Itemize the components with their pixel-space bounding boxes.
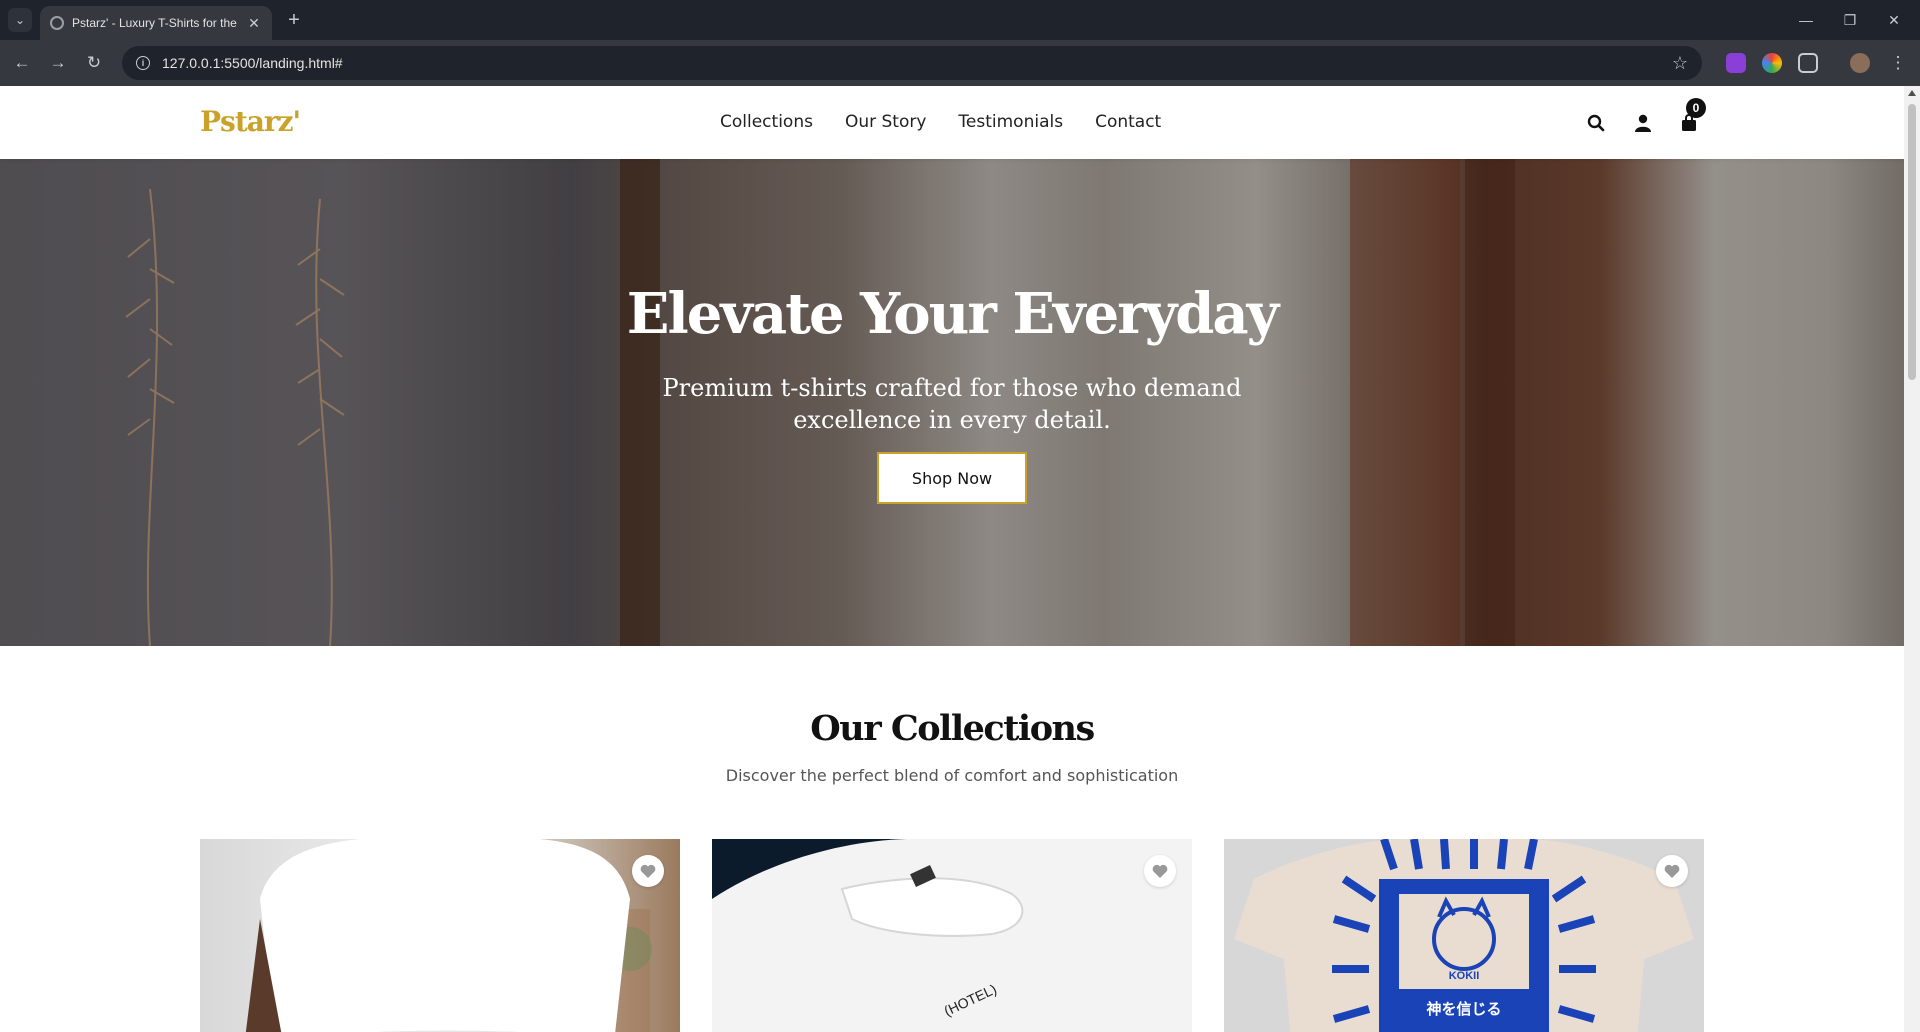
bookmark-star-icon[interactable]: ☆ [1672,53,1688,74]
favorite-button[interactable] [632,855,664,887]
address-bar[interactable]: i 127.0.0.1:5500/landing.html# ☆ [122,46,1702,80]
tab-search-button[interactable]: ⌄ [8,8,32,32]
heart-icon [640,864,656,878]
site-info-icon[interactable]: i [136,56,150,70]
nav-testimonials[interactable]: Testimonials [958,112,1063,132]
japanese-print: 神を信じる [1426,1000,1501,1018]
nav-collections[interactable]: Collections [720,112,813,132]
globe-icon [50,16,64,30]
collections-subtitle: Discover the perfect blend of comfort an… [725,766,1179,785]
heart-icon [1664,864,1680,878]
site-header: Pstarz' Collections Our Story Testimonia… [0,86,1904,159]
forward-button[interactable]: → [46,51,70,75]
extension-icon[interactable] [1726,53,1746,73]
hero-subtitle: Premium t-shirts crafted for those who d… [662,374,1242,434]
close-tab-icon[interactable]: ✕ [246,15,262,32]
kokii-print: KOKII [1449,970,1480,982]
tab-title: Pstarz' - Luxury T-Shirts for the [72,16,237,30]
restore-button[interactable]: ❐ [1832,6,1868,34]
lucky-cat-tshirt-image: KOKII 神を信じる [1234,839,1694,1032]
favorite-button[interactable] [1656,855,1688,887]
browser-toolbar: ← → ↻ i 127.0.0.1:5500/landing.html# ☆ ⋮ [0,40,1920,86]
browser-tab[interactable]: Pstarz' - Luxury T-Shirts for the ✕ [40,6,272,40]
user-icon[interactable] [1632,112,1654,134]
nav-our-story[interactable]: Our Story [845,112,926,132]
new-tab-button[interactable]: + [282,8,306,32]
site-logo[interactable]: Pstarz' [200,105,301,138]
hero-section: Elevate Your Everyday Premium t-shirts c… [0,159,1904,646]
back-button[interactable]: ← [10,51,34,75]
page-scrollbar[interactable] [1904,86,1920,1032]
nav-contact[interactable]: Contact [1095,112,1161,132]
url-text[interactable]: 127.0.0.1:5500/landing.html# [162,55,1672,71]
heart-icon [1152,864,1168,878]
hotel-tshirt-image: (HOTEL) [712,839,1192,1032]
search-icon[interactable] [1585,112,1607,134]
browser-tab-strip: ⌄ Pstarz' - Luxury T-Shirts for the ✕ + … [0,0,1920,40]
collection-card[interactable]: (HOTEL) [712,839,1192,1032]
cart-count-badge: 0 [1686,98,1706,118]
hero-title: Elevate Your Everyday [626,281,1279,347]
scroll-up-arrow-icon[interactable] [1908,90,1916,96]
white-tshirt-image [245,839,652,1032]
scrollbar-thumb[interactable] [1908,104,1916,380]
main-nav: Collections Our Story Testimonials Conta… [720,112,1161,132]
color-picker-extension-icon[interactable] [1762,53,1782,73]
minimize-button[interactable]: — [1788,6,1824,34]
extensions-puzzle-icon[interactable] [1798,53,1818,73]
collection-card[interactable] [200,839,680,1032]
page-viewport: Pstarz' Collections Our Story Testimonia… [0,86,1904,1032]
shop-now-button[interactable]: Shop Now [877,452,1027,504]
reload-button[interactable]: ↻ [82,51,106,75]
close-window-button[interactable]: ✕ [1876,6,1912,34]
favorite-button[interactable] [1144,855,1176,887]
collection-card[interactable]: KOKII 神を信じる [1224,839,1704,1032]
browser-menu-icon[interactable]: ⋮ [1886,51,1910,75]
collections-title: Our Collections [810,708,1095,749]
profile-avatar[interactable] [1850,53,1870,73]
